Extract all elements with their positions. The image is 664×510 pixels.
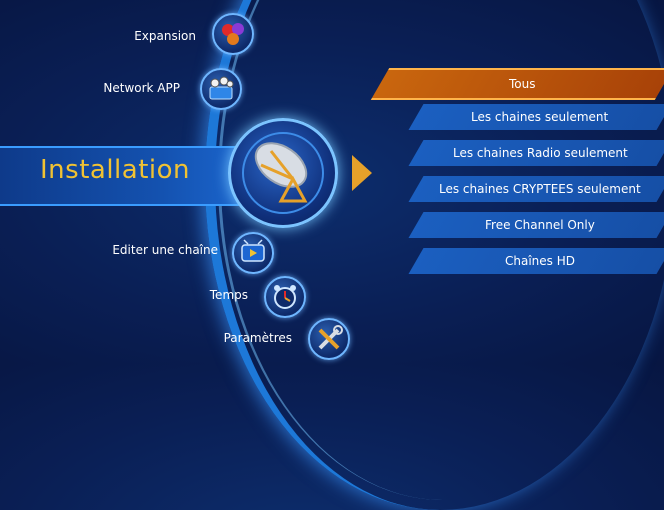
submenu-option-hd[interactable]: Chaînes HD <box>408 248 664 274</box>
menu-item-label: Editer une chaîne <box>112 243 218 257</box>
submenu-option-tous[interactable]: Tous <box>370 68 664 100</box>
menu-item-label: Temps <box>209 288 248 302</box>
submenu-option-label: Les chaines seulement <box>471 110 609 124</box>
chevron-right-icon <box>352 155 372 191</box>
expansion-balls-icon[interactable] <box>212 13 254 55</box>
submenu-option-chaines[interactable]: Les chaines seulement <box>408 104 664 130</box>
menu-item-label-selected: Installation <box>40 155 191 185</box>
alarm-clock-icon[interactable] <box>264 276 306 318</box>
tv-edit-icon[interactable] <box>232 232 274 274</box>
submenu-option-free[interactable]: Free Channel Only <box>408 212 664 238</box>
submenu-option-radio[interactable]: Les chaines Radio seulement <box>408 140 664 166</box>
menu-item-label: Expansion <box>134 29 196 43</box>
menu-item-label: Paramètres <box>223 331 292 345</box>
submenu-option-label: Chaînes HD <box>505 254 575 268</box>
menu-item-label: Network APP <box>103 81 180 95</box>
submenu-option-label: Tous <box>508 77 536 91</box>
menu-item-parametres[interactable]: Paramètres <box>210 328 292 348</box>
submenu-option-label: Les chaines Radio seulement <box>452 146 628 160</box>
menu-item-expansion[interactable]: Expansion <box>100 26 196 46</box>
submenu-option-label: Free Channel Only <box>485 218 595 232</box>
menu-item-temps[interactable]: Temps <box>190 285 248 305</box>
submenu-option-cryptees[interactable]: Les chaines CRYPTEES seulement <box>408 176 664 202</box>
menu-item-edit-channel[interactable]: Editer une chaîne <box>100 240 218 260</box>
tools-icon[interactable] <box>308 318 350 360</box>
menu-item-network-app[interactable]: Network APP <box>90 78 180 98</box>
submenu-option-label: Les chaines CRYPTEES seulement <box>439 182 641 196</box>
satellite-dish-icon[interactable] <box>228 118 338 228</box>
network-app-icon[interactable] <box>200 68 242 110</box>
